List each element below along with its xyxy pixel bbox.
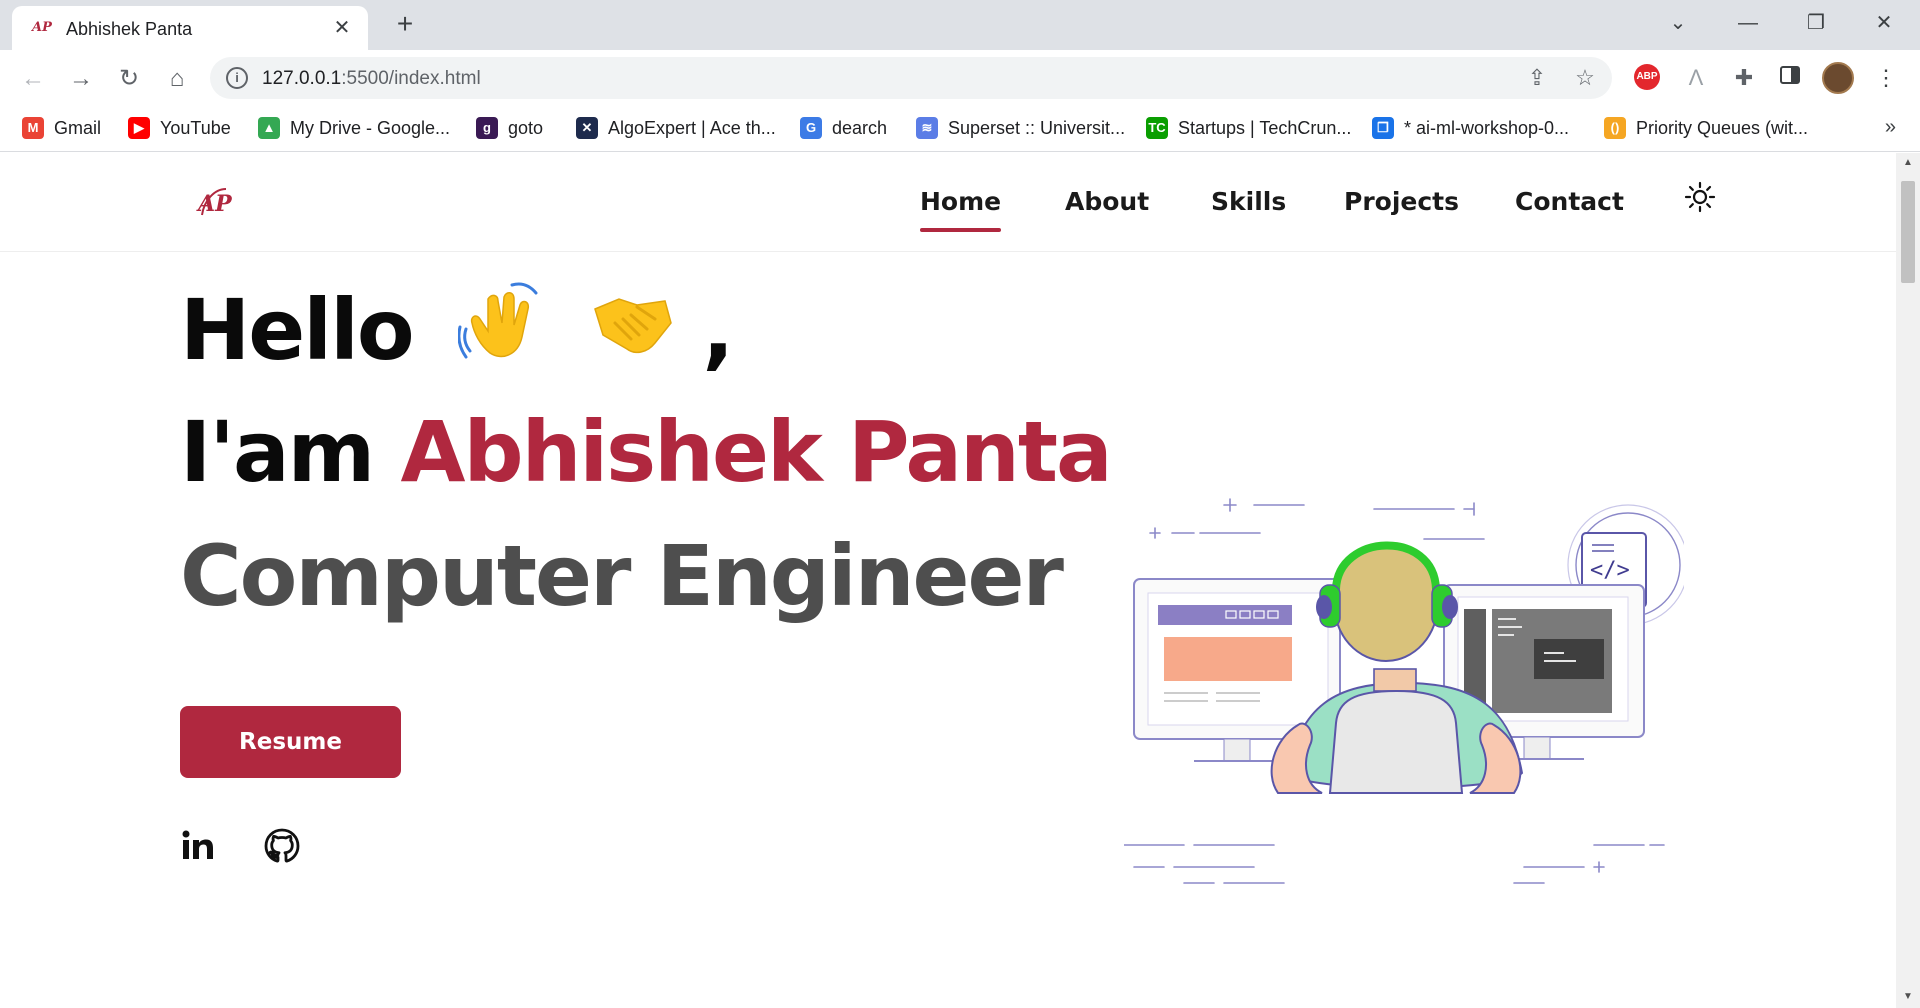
hero-intro-line: I'am Abhishek Panta (180, 403, 1113, 501)
site-info-icon[interactable]: i (226, 67, 248, 89)
bookmark-label: Superset :: Universit... (948, 117, 1126, 138)
bookmark-label: Startups | TechCrun... (1178, 117, 1352, 138)
scrollbar-thumb[interactable] (1901, 181, 1915, 283)
bookmark-item[interactable]: M Gmail (22, 116, 101, 140)
hero-greeting: Hello , (180, 279, 734, 379)
scroll-up-arrow-icon[interactable]: ▲ (1902, 157, 1914, 168)
bookmark-item[interactable]: ▲ My Drive - Google... (258, 116, 450, 140)
minimize-icon[interactable]: — (1730, 8, 1766, 38)
hero-greeting-text: Hello (180, 281, 415, 379)
superset-icon: ≋ (916, 117, 938, 139)
url-text[interactable]: 127.0.0.1:5500/index.html (262, 68, 481, 90)
ai-ml-workshop-icon: ❐ (1372, 117, 1394, 139)
hero-role: Computer Engineer (180, 527, 1064, 625)
browser-menu-icon[interactable]: ⋮ (1872, 64, 1900, 92)
hero-intro: I'am (180, 403, 375, 501)
handshake-icon (594, 298, 672, 354)
nav-about[interactable]: About (1065, 187, 1149, 216)
home-icon[interactable]: ⌂ (162, 64, 192, 94)
side-panel-icon[interactable] (1776, 64, 1804, 92)
bookmarks-overflow-icon[interactable]: » (1885, 116, 1896, 139)
close-tab-icon[interactable]: ✕ (330, 16, 354, 40)
bookmarks-bar: M Gmail ▶ YouTube ▲ My Drive - Google... g goto… (0, 106, 1920, 152)
extension-a-icon[interactable]: Λ (1682, 64, 1710, 92)
github-icon[interactable] (264, 828, 300, 864)
bookmark-label: goto (508, 117, 544, 138)
address-bar[interactable]: i 127.0.0.1:5500/index.html ⇪ ☆ (210, 57, 1612, 99)
tab-search-icon[interactable]: ⌄ (1660, 8, 1696, 38)
bookmark-label: Priority Queues (wit... (1636, 117, 1809, 138)
bookmark-item[interactable]: g goto (476, 116, 543, 140)
tab-strip: AP Abhishek Panta ✕ + ⌄ — ❐ ✕ (0, 0, 1920, 50)
svg-text:AP: AP (196, 191, 233, 217)
tab-favicon: AP (32, 20, 52, 35)
bookmark-label: dearch (832, 117, 888, 138)
youtube-icon: ▶ (128, 117, 150, 139)
waving-hand-icon (457, 282, 538, 359)
nav-home[interactable]: Home (920, 187, 1002, 232)
browser-tab[interactable]: AP Abhishek Panta ✕ (12, 6, 368, 50)
resume-button[interactable]: Resume (180, 706, 401, 778)
share-icon[interactable]: ⇪ (1524, 65, 1550, 91)
bookmark-label: My Drive - Google... (290, 117, 451, 138)
nav-contact[interactable]: Contact (1515, 187, 1624, 216)
new-tab-button[interactable]: + (390, 10, 420, 40)
bookmark-item[interactable]: () Priority Queues (wit... (1604, 116, 1808, 140)
tab-title: Abhishek Panta (66, 19, 193, 39)
theme-toggle-sun-icon[interactable] (1684, 181, 1716, 213)
site-header: AP Home About Skills Projects Contact (0, 153, 1896, 252)
techcrunch-icon: TC (1146, 117, 1168, 139)
bookmark-label: Gmail (54, 117, 102, 138)
dearch-icon: G (800, 117, 822, 139)
hero-name: Abhishek Panta (400, 403, 1112, 501)
bookmark-item[interactable]: TC Startups | TechCrun... (1146, 116, 1351, 140)
bookmark-item[interactable]: ≋ Superset :: Universit... (916, 116, 1125, 140)
adblock-plus-icon[interactable]: ABP (1634, 64, 1662, 92)
back-icon[interactable]: ← (18, 64, 48, 94)
page-scrollbar[interactable]: ▲ ▼ (1896, 153, 1920, 1008)
page-viewport: AP Home About Skills Projects Contact He… (0, 153, 1896, 1008)
bookmark-star-icon[interactable]: ☆ (1572, 65, 1598, 91)
hero-greeting-comma: , (702, 281, 734, 379)
linkedin-icon[interactable] (180, 828, 216, 864)
bookmark-label: * ai-ml-workshop-0... (1404, 117, 1570, 138)
svg-text:</>: </> (1590, 558, 1630, 583)
google-drive-icon: ▲ (258, 117, 280, 139)
bookmark-item[interactable]: Gdearch (800, 116, 887, 140)
bookmark-item[interactable]: ❐ * ai-ml-workshop-0... (1372, 116, 1569, 140)
profile-avatar[interactable] (1822, 62, 1854, 94)
nav-projects[interactable]: Projects (1344, 187, 1459, 216)
developer-illustration: </> (1124, 498, 1684, 884)
nav-skills[interactable]: Skills (1211, 187, 1286, 216)
priority-queues-icon: () (1604, 117, 1626, 139)
bookmark-label: AlgoExpert | Ace th... (608, 117, 776, 138)
algoexpert-icon: ✕ (576, 117, 598, 139)
scroll-down-arrow-icon[interactable]: ▼ (1902, 991, 1914, 1002)
bookmark-label: YouTube (160, 117, 231, 138)
site-logo[interactable]: AP (194, 183, 236, 219)
goto-icon: g (476, 117, 498, 139)
forward-icon[interactable]: → (66, 64, 96, 94)
gmail-icon: M (22, 117, 44, 139)
extensions-puzzle-icon[interactable]: ✚ (1730, 64, 1758, 92)
close-window-icon[interactable]: ✕ (1866, 8, 1902, 38)
browser-toolbar: ← → ↻ ⌂ i 127.0.0.1:5500/index.html ⇪ ☆ … (0, 50, 1920, 106)
restore-icon[interactable]: ❐ (1798, 8, 1834, 38)
bookmark-item[interactable]: ▶ YouTube (128, 116, 231, 140)
reload-icon[interactable]: ↻ (114, 64, 144, 94)
bookmark-item[interactable]: ✕ AlgoExpert | Ace th... (576, 116, 776, 140)
